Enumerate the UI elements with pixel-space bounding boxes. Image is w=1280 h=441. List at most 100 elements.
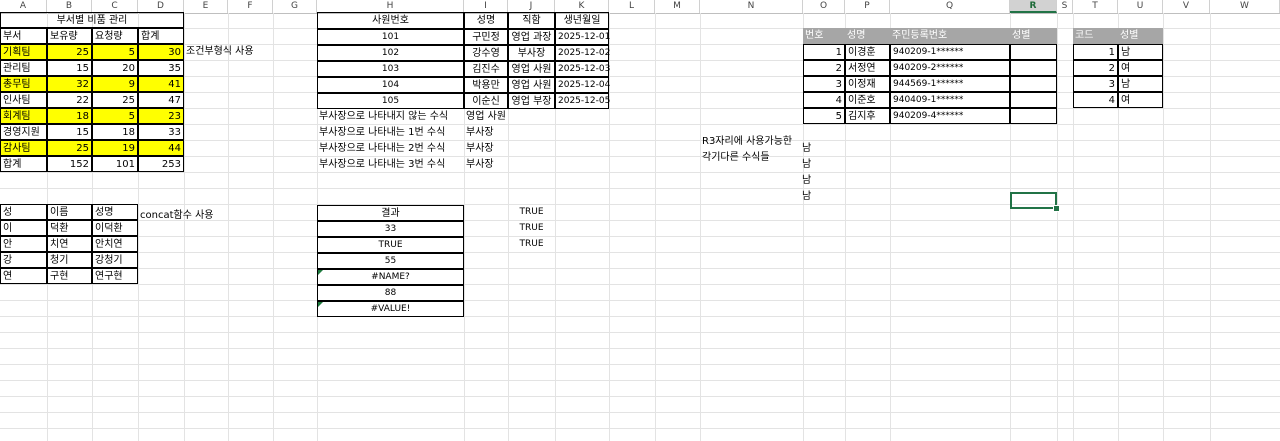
supplies-sum[interactable]: 23 <box>138 108 184 124</box>
ssn-name[interactable]: 서정연 <box>845 60 890 76</box>
supplies-req[interactable]: 5 <box>92 44 138 60</box>
formula-value[interactable]: 부사장 <box>464 157 548 173</box>
column-header-g[interactable]: G <box>273 0 317 13</box>
active-cell[interactable] <box>1010 192 1057 209</box>
ssn-no[interactable]: 1 <box>803 44 845 60</box>
column-header-m[interactable]: M <box>655 0 700 13</box>
result-value[interactable]: #VALUE! <box>317 301 464 317</box>
names-last[interactable]: 안 <box>0 236 47 252</box>
result-value[interactable]: 88 <box>317 285 464 301</box>
ssn-header[interactable]: 번호 <box>803 28 845 44</box>
column-header-p[interactable]: P <box>845 0 890 13</box>
names-last[interactable]: 이 <box>0 220 47 236</box>
names-full[interactable]: 이덕환 <box>92 220 138 236</box>
code-no[interactable]: 3 <box>1073 76 1118 92</box>
employee-dob[interactable]: 2025-12-04 <box>555 77 610 94</box>
column-header-o[interactable]: O <box>803 0 845 13</box>
ssn-header[interactable]: 주민등록번호 <box>890 28 1010 44</box>
employee-dob[interactable]: 2025-12-02 <box>555 45 610 62</box>
supplies-sum[interactable]: 41 <box>138 76 184 92</box>
supplies-total-label[interactable]: 합계 <box>0 156 47 172</box>
result-value[interactable]: TRUE <box>317 237 464 253</box>
supplies-total-have[interactable]: 152 <box>47 156 92 172</box>
employee-title[interactable]: 영업 부장 <box>508 93 555 110</box>
ssn-number[interactable]: 940209-1****** <box>890 44 1010 60</box>
supplies-header[interactable]: 보유량 <box>47 28 92 44</box>
supplies-header[interactable]: 요청량 <box>92 28 138 44</box>
names-last[interactable]: 강 <box>0 252 47 268</box>
ssn-gender-cell[interactable] <box>1010 92 1057 108</box>
gender-value[interactable]: 남 <box>800 173 820 189</box>
supplies-dept[interactable]: 기획팀 <box>0 44 47 60</box>
supplies-have[interactable]: 15 <box>47 60 92 76</box>
column-header-l[interactable]: L <box>609 0 655 13</box>
names-full[interactable]: 강청기 <box>92 252 138 268</box>
ssn-header[interactable]: 성명 <box>845 28 890 44</box>
ssn-header[interactable]: 성별 <box>1010 28 1057 44</box>
names-first[interactable]: 덕환 <box>47 220 92 236</box>
ssn-number[interactable]: 940209-4****** <box>890 108 1010 124</box>
employee-header[interactable]: 직함 <box>508 12 555 29</box>
supplies-have[interactable]: 32 <box>47 76 92 92</box>
supplies-header[interactable]: 합계 <box>138 28 184 44</box>
supplies-sum[interactable]: 33 <box>138 124 184 140</box>
employee-id[interactable]: 103 <box>317 61 464 78</box>
ssn-gender-cell[interactable] <box>1010 108 1057 124</box>
supplies-req[interactable]: 5 <box>92 108 138 124</box>
code-gender[interactable]: 남 <box>1118 44 1163 60</box>
supplies-dept[interactable]: 인사팀 <box>0 92 47 108</box>
supplies-dept[interactable]: 경영지원 <box>0 124 47 140</box>
supplies-req[interactable]: 19 <box>92 140 138 156</box>
column-header-w[interactable]: W <box>1210 0 1280 13</box>
ssn-gender-cell[interactable] <box>1010 44 1057 60</box>
ssn-no[interactable]: 5 <box>803 108 845 124</box>
employee-name[interactable]: 이순신 <box>464 93 508 110</box>
supplies-note[interactable]: 조건부형식 사용 <box>184 44 274 60</box>
column-header-u[interactable]: U <box>1118 0 1163 13</box>
codes-header[interactable]: 성별 <box>1118 28 1163 44</box>
column-header-f[interactable]: F <box>228 0 273 13</box>
supplies-req[interactable]: 9 <box>92 76 138 92</box>
supplies-have[interactable]: 22 <box>47 92 92 108</box>
employee-header[interactable]: 사원번호 <box>317 12 464 29</box>
supplies-req[interactable]: 18 <box>92 124 138 140</box>
supplies-have[interactable]: 18 <box>47 108 92 124</box>
employee-dob[interactable]: 2025-12-05 <box>555 93 610 110</box>
supplies-have[interactable]: 25 <box>47 140 92 156</box>
supplies-sum[interactable]: 47 <box>138 92 184 108</box>
employee-name[interactable]: 구민정 <box>464 29 508 45</box>
employee-id[interactable]: 101 <box>317 29 464 45</box>
employee-dob[interactable]: 2025-12-03 <box>555 61 610 78</box>
employee-id[interactable]: 104 <box>317 77 464 94</box>
column-header-r[interactable]: R <box>1010 0 1057 13</box>
supplies-have[interactable]: 15 <box>47 124 92 140</box>
supplies-req[interactable]: 20 <box>92 60 138 76</box>
column-header-n[interactable]: N <box>700 0 803 13</box>
supplies-dept[interactable]: 회계팀 <box>0 108 47 124</box>
names-full[interactable]: 안치연 <box>92 236 138 252</box>
names-full[interactable]: 연구현 <box>92 268 138 284</box>
names-note[interactable]: concat함수 사용 <box>138 208 228 224</box>
column-header-s[interactable]: S <box>1057 0 1073 13</box>
ssn-no[interactable]: 2 <box>803 60 845 76</box>
code-no[interactable]: 1 <box>1073 44 1118 60</box>
supplies-sum[interactable]: 44 <box>138 140 184 156</box>
employee-dob[interactable]: 2025-12-01 <box>555 29 610 45</box>
employee-name[interactable]: 박용만 <box>464 77 508 94</box>
code-no[interactable]: 4 <box>1073 92 1118 108</box>
gender-note-line1[interactable]: R3자리에 사용가능한 <box>700 134 810 150</box>
supplies-header[interactable]: 부서 <box>0 28 47 44</box>
employee-header[interactable]: 성명 <box>464 12 508 29</box>
supplies-sum[interactable]: 35 <box>138 60 184 76</box>
result-side-value[interactable]: TRUE <box>508 221 555 237</box>
result-value[interactable]: 55 <box>317 253 464 269</box>
ssn-name[interactable]: 이경훈 <box>845 44 890 60</box>
column-header-e[interactable]: E <box>184 0 228 13</box>
ssn-name[interactable]: 이정재 <box>845 76 890 92</box>
formula-label[interactable]: 부사장으로 나타내지 않는 수식 <box>317 109 464 125</box>
formula-value[interactable]: 부사장 <box>464 141 548 157</box>
fill-handle[interactable] <box>1053 205 1060 212</box>
employee-title[interactable]: 영업 과장 <box>508 29 555 45</box>
names-first[interactable]: 치연 <box>47 236 92 252</box>
supplies-have[interactable]: 25 <box>47 44 92 60</box>
